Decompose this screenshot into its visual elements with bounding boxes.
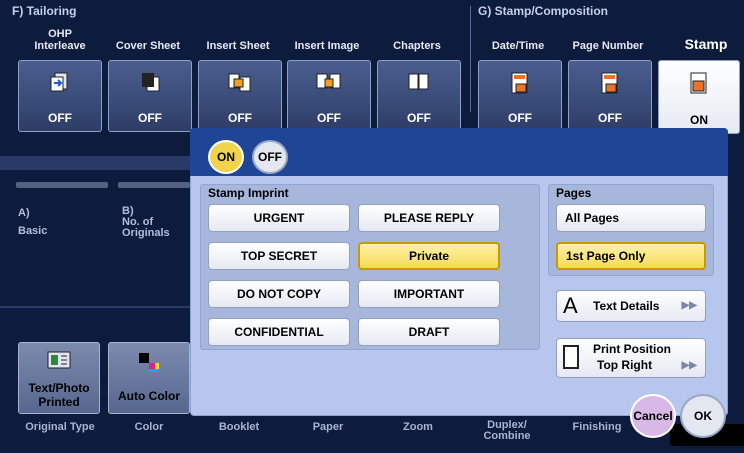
date-time-button[interactable]: OFF <box>478 60 562 132</box>
middle-bar <box>0 156 190 170</box>
text-photo-printed-button[interactable]: Text/Photo Printed <box>18 342 100 414</box>
pages-title: Pages <box>556 186 592 200</box>
stamp-option-confidential[interactable]: CONFIDENTIAL <box>208 318 350 346</box>
stamp-option-please-reply[interactable]: PLEASE REPLY <box>358 204 500 232</box>
side-originals[interactable]: Originals <box>122 228 170 239</box>
insert-sheet-icon <box>227 71 253 96</box>
chevron-right-icon: ▶▶ <box>681 360 697 371</box>
page-position-icon <box>563 345 579 369</box>
ok-button[interactable]: OK <box>680 394 726 438</box>
label-date-time: Date/Time <box>491 40 545 52</box>
label-cover-sheet: Cover Sheet <box>115 40 181 52</box>
label-stamp: Stamp <box>684 36 728 52</box>
section-label-stamp-composition: G) Stamp/Composition <box>478 4 608 18</box>
stamp-option-top-secret[interactable]: TOP SECRET <box>208 242 350 270</box>
pages-option-first-page-only[interactable]: 1st Page Only <box>556 242 706 270</box>
section-divider <box>470 6 471 112</box>
middle-divider <box>0 306 190 308</box>
tab-zoom[interactable]: Zoom <box>377 422 459 433</box>
cover-sheet-icon <box>139 71 161 96</box>
print-position-button[interactable]: Print Position Top Right ▶▶ <box>556 338 706 378</box>
side-label-a: A) <box>18 207 30 219</box>
pages-option-all-pages[interactable]: All Pages <box>556 204 706 232</box>
stamp-on-toggle[interactable]: ON <box>208 140 244 174</box>
stamp-option-do-not-copy[interactable]: DO NOT COPY <box>208 280 350 308</box>
stamp-option-important[interactable]: IMPORTANT <box>358 280 500 308</box>
tab-color[interactable]: Color <box>108 422 190 433</box>
insert-sheet-button[interactable]: OFF <box>198 60 282 132</box>
cover-sheet-button[interactable]: OFF <box>108 60 192 132</box>
cancel-button[interactable]: Cancel <box>630 394 676 438</box>
label-chapters: Chapters <box>393 40 441 52</box>
tab-finishing[interactable]: Finishing <box>556 422 638 433</box>
text-details-button[interactable]: A Text Details ▶▶ <box>556 290 706 322</box>
label-ohp-interleave: OHP Interleave <box>34 28 86 52</box>
color-icon <box>137 351 161 376</box>
stamp-option-urgent[interactable]: URGENT <box>208 204 350 232</box>
stamp-imprint-title: Stamp Imprint <box>208 186 289 200</box>
label-page-number: Page Number <box>572 40 644 52</box>
tab-booklet[interactable]: Booklet <box>198 422 280 433</box>
tab-duplex-combine[interactable]: Duplex/ Combine <box>466 420 548 442</box>
text-details-icon: A <box>563 293 578 318</box>
ohp-interleave-button[interactable]: OFF <box>18 60 102 132</box>
stamp-option-draft[interactable]: DRAFT <box>358 318 500 346</box>
page-number-button[interactable]: OFF <box>568 60 652 132</box>
interleave-icon <box>49 71 71 96</box>
stamp-button[interactable]: ON <box>658 60 740 134</box>
tab-original-type[interactable]: Original Type <box>14 422 106 433</box>
label-insert-sheet: Insert Sheet <box>206 40 270 52</box>
date-time-icon <box>509 71 531 98</box>
stamp-off-toggle[interactable]: OFF <box>252 140 288 174</box>
stamp-icon <box>688 71 710 98</box>
insert-image-icon <box>315 71 343 96</box>
chevron-right-icon: ▶▶ <box>681 300 697 311</box>
chapters-button[interactable]: OFF <box>377 60 461 132</box>
label-insert-image: Insert Image <box>294 40 360 52</box>
stamp-option-private[interactable]: Private <box>358 242 500 270</box>
tab-paper[interactable]: Paper <box>287 422 369 433</box>
page-number-icon <box>599 71 621 98</box>
insert-image-button[interactable]: OFF <box>287 60 371 132</box>
text-photo-icon <box>47 351 71 372</box>
chapters-icon <box>407 71 431 96</box>
auto-color-button[interactable]: Auto Color <box>108 342 190 414</box>
side-basic[interactable]: Basic <box>18 226 47 237</box>
originals-tab-indicator <box>118 182 190 188</box>
basic-tab-indicator <box>16 182 108 188</box>
section-label-tailoring: F) Tailoring <box>12 4 77 18</box>
